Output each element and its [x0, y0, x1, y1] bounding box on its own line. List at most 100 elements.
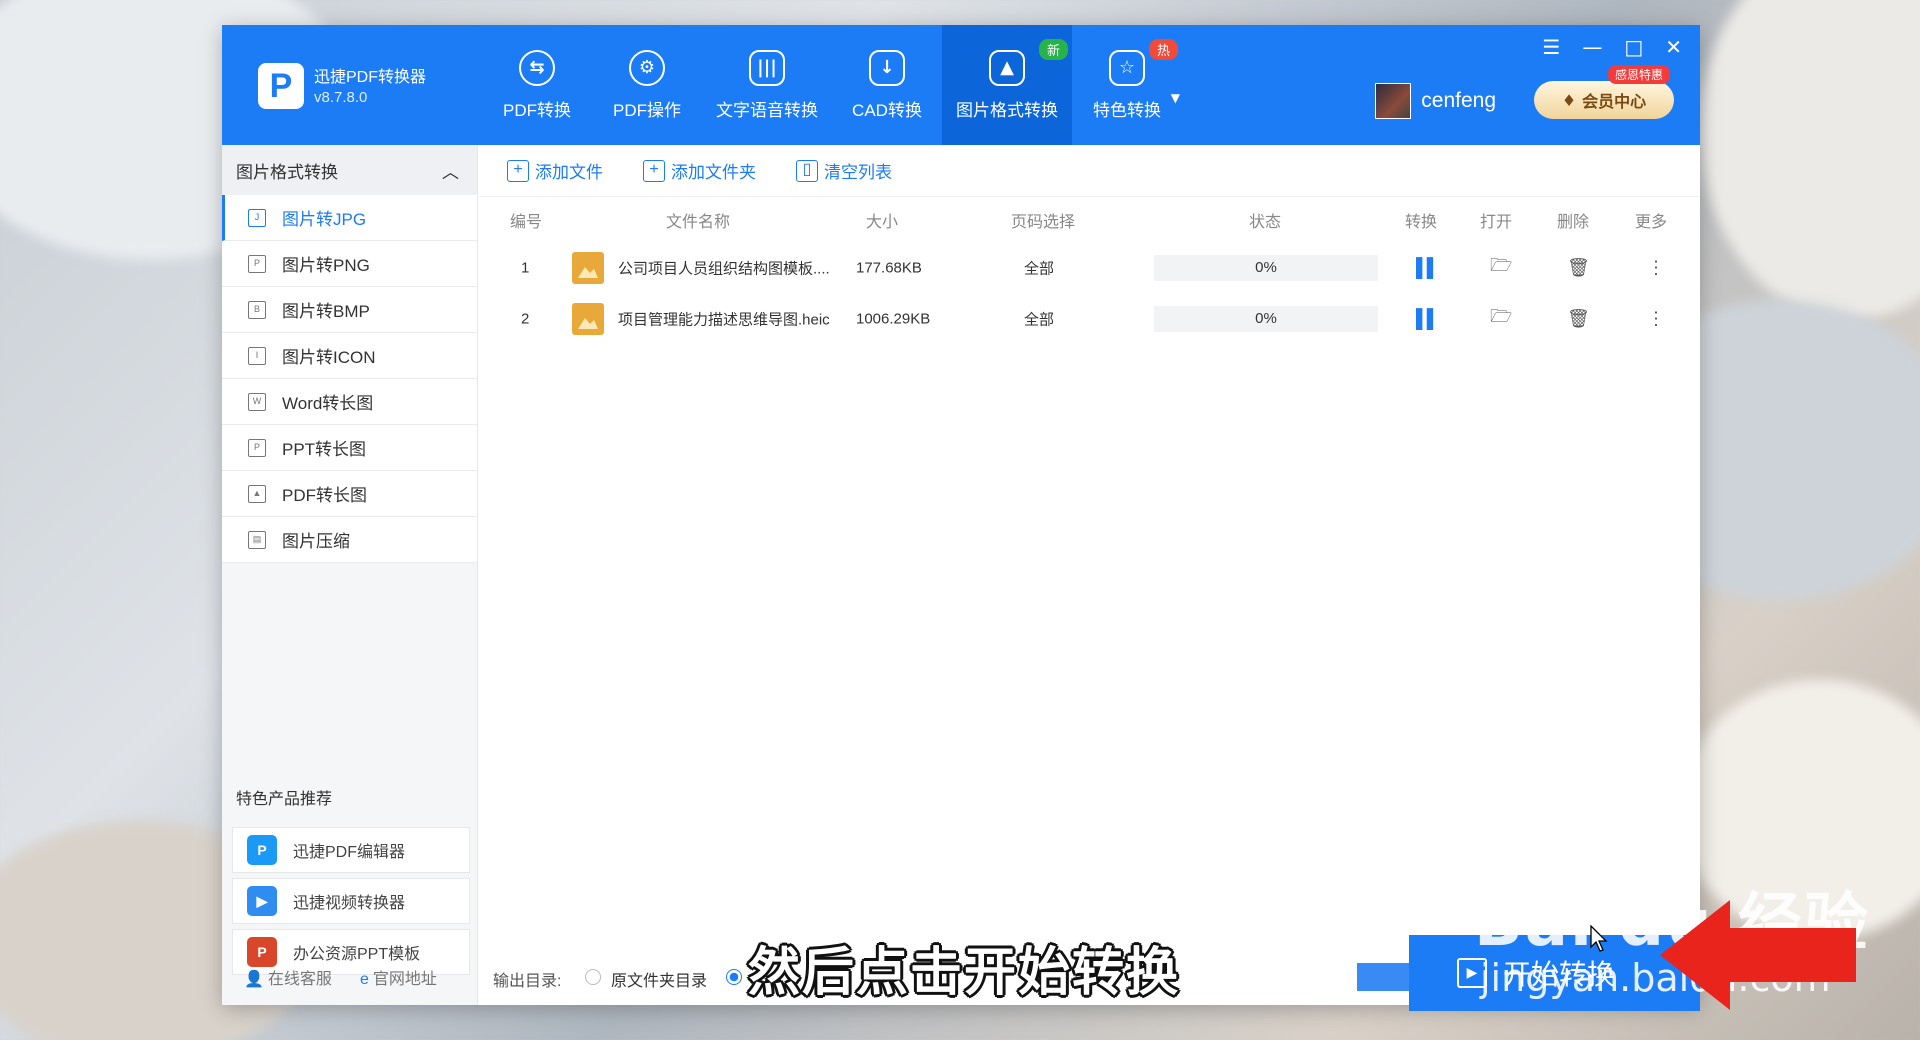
word-icon: W [248, 392, 266, 411]
app-window: P 迅捷PDF转换器 v8.7.8.0 ⇆ PDF转换 ⚙ PDF操作 ||| 文字语音转… [222, 25, 1700, 1011]
nav-item-2[interactable]: ||| 文字语音转换 [702, 25, 832, 145]
sidebar-item-3[interactable]: I 图片转ICON [222, 333, 477, 379]
sidebar-item-5[interactable]: P PPT转长图 [222, 425, 477, 471]
menu-icon[interactable]: ☰ [1542, 35, 1560, 59]
sidebar-item-2[interactable]: B 图片转BMP [222, 287, 477, 333]
website-label: 官网地址 [372, 971, 437, 988]
delete-icon[interactable]: 🗑 [1567, 258, 1590, 279]
nav-label: PDF操作 [613, 100, 681, 120]
close-icon[interactable]: ✕ [1665, 35, 1682, 59]
sidebar-item-4[interactable]: W Word转长图 [222, 379, 477, 425]
ppt-icon: P [248, 438, 266, 457]
app-logo: P [258, 63, 304, 109]
nav-label: 图片格式转换 [956, 100, 1058, 120]
app-name: 迅捷PDF转换器 [314, 69, 427, 86]
nav-badge: 新 [1038, 39, 1068, 60]
online-service-link[interactable]: 👤 在线客服 [244, 965, 332, 989]
sidebar-item-0[interactable]: J 图片转JPG [222, 195, 477, 241]
radio-source-folder[interactable] [585, 969, 601, 985]
pause-icon[interactable]: ▌▌ [1416, 258, 1439, 279]
dropdown-arrow-icon[interactable]: ▼ [1171, 91, 1180, 105]
table-row[interactable]: 2 项目管理能力描述思维导图.heic 1006.29KB 全部 0% ▌▌ 🗁 🗑 ⋮ [479, 294, 1700, 344]
vip-center-button[interactable]: ♦ 会员中心 [1534, 81, 1674, 119]
row-number: 2 [521, 310, 530, 328]
red-arrow-icon [1660, 900, 1856, 1010]
progress-bar: 0% [1154, 306, 1378, 332]
main-nav: ⇆ PDF转换 ⚙ PDF操作 ||| 文字语音转换 ↓ CAD转换 ▲ 图片格式转换 新 ☆ 特色转换… [482, 25, 1182, 145]
featured-product-1[interactable]: ▶ 迅捷视频转换器 [232, 878, 470, 924]
product-icon: P [247, 835, 277, 865]
featured-product-0[interactable]: P 迅捷PDF编辑器 [232, 827, 470, 873]
add-file-button[interactable]: + 添加文件 [507, 158, 603, 183]
nav-item-3[interactable]: ↓ CAD转换 [832, 25, 942, 145]
browser-icon: e [359, 971, 369, 988]
png-icon: P [248, 254, 266, 273]
sidebar-item-6[interactable]: ▲ PDF转长图 [222, 471, 477, 517]
add-folder-button[interactable]: + 添加文件夹 [643, 158, 756, 183]
vip-promo-badge: 感恩特惠 [1607, 65, 1670, 84]
image-file-icon [572, 252, 604, 284]
avatar[interactable] [1375, 83, 1412, 119]
sidebar-item-label: 图片转ICON [282, 348, 376, 367]
col-pages: 页码选择 [1011, 214, 1076, 231]
sidebar-item-1[interactable]: P 图片转PNG [222, 241, 477, 287]
col-number: 编号 [510, 214, 543, 231]
pdf-operate-icon: ⚙ [629, 49, 665, 86]
toolbar: + 添加文件 + 添加文件夹 ▯ 清空列表 [479, 145, 1700, 197]
clear-list-button[interactable]: ▯ 清空列表 [796, 158, 892, 183]
featured-product-label: 迅捷视频转换器 [293, 895, 406, 912]
clear-list-label: 清空列表 [824, 163, 892, 182]
row-number: 1 [521, 259, 530, 277]
sidebar-item-label: 图片压缩 [282, 532, 350, 551]
top-bar: P 迅捷PDF转换器 v8.7.8.0 ⇆ PDF转换 ⚙ PDF操作 ||| 文字语音转… [222, 25, 1700, 145]
more-icon[interactable]: ⋮ [1647, 309, 1665, 330]
add-file-label: 添加文件 [535, 163, 603, 182]
more-icon[interactable]: ⋮ [1647, 258, 1665, 279]
user-name[interactable]: cenfeng [1421, 89, 1496, 113]
product-icon: P [247, 937, 277, 967]
sidebar-header[interactable]: 图片格式转换 ︿ [222, 145, 477, 195]
pdf-icon: ▲ [248, 484, 266, 503]
table-header: 编号 文件名称 大小 页码选择 状态 转换 打开 删除 更多 [479, 197, 1700, 243]
nav-item-5[interactable]: ☆ 特色转换 热 ▼ [1072, 25, 1182, 145]
diamond-icon: ♦ [1561, 90, 1577, 110]
col-size: 大小 [866, 214, 899, 231]
nav-label: CAD转换 [852, 100, 922, 120]
website-link[interactable]: e 官网地址 [360, 965, 437, 989]
user-account[interactable]: cenfeng [1375, 83, 1496, 119]
radio-custom-folder[interactable] [726, 969, 742, 985]
featured-title: 特色产品推荐 [236, 791, 333, 808]
folder-open-icon[interactable]: 🗁 [1490, 304, 1512, 334]
subtitle-caption: 然后点击开始转换 [748, 943, 1181, 1003]
minimize-icon[interactable]: — [1582, 35, 1602, 59]
maximize-icon[interactable]: □ [1624, 35, 1643, 59]
row-pages[interactable]: 全部 [1024, 258, 1054, 279]
nav-badge: 热 [1148, 39, 1178, 60]
featured-product-label: 办公资源PPT模板 [293, 946, 421, 963]
add-folder-label: 添加文件夹 [671, 163, 756, 182]
vip-label: 会员中心 [1582, 92, 1647, 111]
add-folder-icon: + [643, 159, 665, 182]
delete-icon[interactable]: 🗑 [1567, 309, 1590, 330]
folder-open-icon[interactable]: 🗁 [1490, 253, 1512, 283]
add-file-icon: + [507, 159, 529, 182]
nav-item-1[interactable]: ⚙ PDF操作 [592, 25, 702, 145]
image-icon: ▲ [989, 49, 1025, 86]
sidebar-item-7[interactable]: ▤ 图片压缩 [222, 517, 477, 563]
nav-item-0[interactable]: ⇆ PDF转换 [482, 25, 592, 145]
chevron-up-icon[interactable]: ︿ [442, 158, 459, 183]
sidebar-item-label: PPT转长图 [282, 440, 367, 459]
jpg-icon: J [248, 208, 266, 227]
trash-icon: ▯ [796, 159, 818, 182]
col-more: 更多 [1635, 214, 1668, 231]
featured-product-label: 迅捷PDF编辑器 [293, 844, 406, 861]
source-folder-label[interactable]: 原文件夹目录 [611, 967, 707, 991]
support-icon: 👤 [244, 971, 264, 988]
pause-icon[interactable]: ▌▌ [1416, 309, 1439, 330]
col-delete: 删除 [1557, 214, 1590, 231]
window-controls: ☰ — □ ✕ [1542, 35, 1682, 59]
nav-item-4[interactable]: ▲ 图片格式转换 新 [942, 25, 1072, 145]
sidebar-item-label: Word转长图 [282, 394, 374, 413]
row-pages[interactable]: 全部 [1024, 309, 1054, 330]
table-row[interactable]: 1 公司项目人员组织结构图模板.... 177.68KB 全部 0% ▌▌ 🗁 🗑 ⋮ [479, 243, 1700, 293]
